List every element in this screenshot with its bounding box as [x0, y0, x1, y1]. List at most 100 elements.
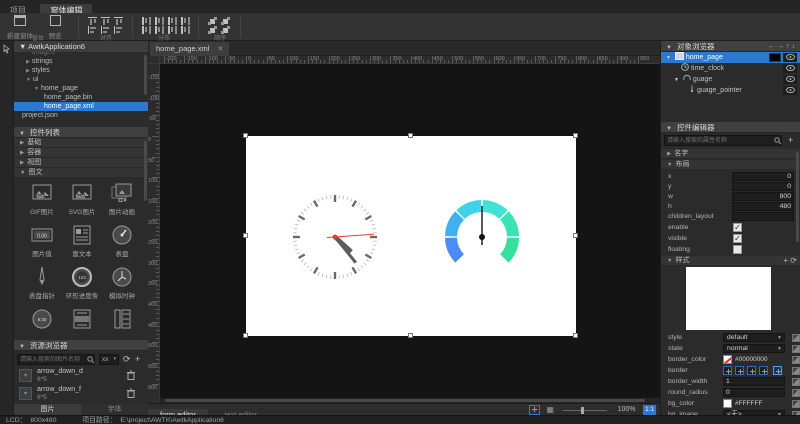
tree-item-home-page[interactable]: ▼home_page [14, 84, 148, 93]
prop-x-input[interactable]: 0 [732, 172, 794, 181]
preview-button[interactable] [38, 15, 72, 26]
prop-visible-checkbox[interactable]: ✓ [733, 234, 742, 243]
tree-item-strings[interactable]: ▶strings [14, 57, 148, 66]
clear-border-color-icon[interactable] [792, 356, 800, 364]
gauge-widget[interactable] [440, 195, 524, 279]
widget-digital-clock[interactable]: 8:30 [22, 308, 62, 330]
new-form-button[interactable] [3, 15, 37, 26]
widget-progress-circle[interactable]: 123 环形进度条 [62, 266, 102, 300]
tree-item-home-page-bin[interactable]: home_page.bin [14, 93, 148, 102]
widget-analog-clock[interactable]: 模拟时钟 [102, 266, 142, 300]
tree-item-styles[interactable]: ▶styles [14, 66, 148, 75]
section-layout[interactable]: ▼布局 [661, 160, 800, 170]
dist-h-equal-icon[interactable] [142, 17, 151, 25]
selection-handle-w[interactable] [243, 233, 248, 238]
widget-gauge[interactable]: 表盘 [102, 224, 142, 258]
widget-list-header[interactable]: ▼ 控件列表 [14, 127, 148, 138]
tree-item-project-json[interactable]: project.json [14, 111, 148, 120]
resource-search-input[interactable] [17, 354, 95, 365]
project-root-selector[interactable]: ▼ AwtkApplication6 [14, 41, 148, 52]
section-style[interactable]: ▼样式 + ⟳ [661, 256, 800, 266]
send-back-icon[interactable] [221, 17, 230, 25]
tab-fonts[interactable]: 字体 [81, 404, 148, 415]
object-node-guage-pointer[interactable]: guage_pointer [661, 85, 800, 96]
clear-border-width-icon[interactable] [792, 378, 800, 386]
widget-gif-image[interactable]: GIF GIF图片 [22, 182, 62, 216]
visibility-eye-icon[interactable] [783, 75, 797, 84]
widget-text-selector[interactable] [62, 308, 102, 330]
align-middle-icon[interactable] [101, 17, 110, 25]
refresh-style-icon[interactable]: ⟳ [790, 256, 797, 265]
visibility-eye-icon[interactable] [783, 86, 797, 95]
align-top-icon[interactable] [88, 17, 97, 25]
clear-round-radius-icon[interactable] [792, 389, 800, 397]
dpi-filter-select[interactable]: xx ▾ [99, 354, 119, 365]
tab-images[interactable]: 图片 [14, 404, 81, 415]
border-color-swatch[interactable] [723, 355, 732, 364]
prop-children-layout-input[interactable] [732, 212, 794, 221]
widget-image-animation[interactable]: 图片动画 [102, 182, 142, 216]
widget-list-scrollbar[interactable] [144, 141, 147, 201]
widget-group-basic[interactable]: ▶基础 [14, 138, 148, 148]
resource-browser-header[interactable]: ▼ 资源浏览器 [14, 340, 148, 351]
widget-group-view[interactable]: ▶视图 [14, 158, 148, 168]
property-panel-scrollbar[interactable] [796, 152, 799, 242]
design-surface-window[interactable] [246, 136, 576, 336]
clear-style-icon[interactable] [792, 334, 800, 342]
widget-group-container[interactable]: ▶容器 [14, 148, 148, 158]
widget-rich-text[interactable]: 富文本 [62, 224, 102, 258]
align-bottom-icon[interactable] [114, 17, 123, 25]
object-node-home-page[interactable]: ▼ home_page [661, 52, 800, 63]
resource-item[interactable]: ▾ arrow_down_f 6*5 [17, 385, 145, 402]
round-radius-input[interactable]: 0 [723, 388, 785, 397]
state-select[interactable]: normal ▼ [723, 344, 785, 353]
selection-handle-se[interactable] [573, 333, 578, 338]
property-search-input[interactable] [664, 135, 782, 146]
selection-handle-s[interactable] [408, 333, 413, 338]
bg-color-swatch[interactable] [723, 399, 732, 408]
refresh-icon[interactable]: ⟳ [123, 354, 131, 364]
move-right-icon[interactable]: → [777, 43, 786, 50]
selection-handle-sw[interactable] [243, 333, 248, 338]
bg-color-chip[interactable] [769, 53, 781, 62]
tree-item-home-page-xml[interactable]: home_page.xml [14, 102, 148, 111]
widget-group-imagetext[interactable]: ▼图文 [14, 168, 148, 178]
prop-floating-checkbox[interactable] [733, 245, 742, 254]
prop-enable-checkbox[interactable]: ✓ [733, 223, 742, 232]
style-select[interactable]: default ▼ [723, 333, 785, 342]
move-left-icon[interactable]: ← [768, 43, 777, 50]
add-property-icon[interactable]: + [788, 135, 793, 145]
resource-item[interactable]: ▾ arrow_down_d 6*5 [17, 367, 145, 384]
zoom-slider[interactable] [563, 405, 607, 415]
border-bottom-toggle[interactable] [759, 366, 768, 375]
dist-h-center-icon[interactable] [168, 17, 177, 25]
widget-image-value[interactable]: 0.00 图片值 [22, 224, 62, 258]
move-down-icon[interactable]: ↓ [792, 43, 798, 50]
widget-gauge-pointer[interactable]: 表盘指针 [22, 266, 62, 300]
object-node-time-clock[interactable]: time_clock [661, 63, 800, 74]
selection-handle-e[interactable] [573, 233, 578, 238]
canvas-viewport[interactable] [160, 64, 660, 398]
tree-item-ui[interactable]: ▼ui [14, 75, 148, 84]
analog-clock-widget[interactable] [290, 192, 380, 282]
add-style-icon[interactable]: + [783, 256, 788, 265]
trash-icon[interactable] [127, 388, 135, 398]
prop-w-input[interactable]: 800 [732, 192, 794, 201]
trash-icon[interactable] [127, 370, 135, 380]
zoom-slider-knob[interactable] [581, 407, 584, 414]
widget-list-view[interactable] [102, 308, 142, 330]
prop-h-input[interactable]: 480 [732, 202, 794, 211]
document-tab[interactable]: home_page.xml ✕ [150, 42, 229, 56]
border-right-toggle[interactable] [735, 366, 744, 375]
grid-toggle-icon[interactable]: ▦ [545, 405, 556, 415]
dist-h-left-icon[interactable] [155, 17, 164, 25]
prop-y-input[interactable]: 0 [732, 182, 794, 191]
border-all-toggle[interactable] [773, 366, 782, 375]
section-name[interactable]: ▶名字 [661, 149, 800, 159]
selection-handle-ne[interactable] [573, 133, 578, 138]
visibility-eye-icon[interactable] [783, 53, 797, 62]
widget-svg-image[interactable]: SVG SVG图片 [62, 182, 102, 216]
selection-handle-nw[interactable] [243, 133, 248, 138]
pick-cursor-icon[interactable] [2, 44, 12, 54]
clear-bg-color-icon[interactable] [792, 400, 800, 408]
